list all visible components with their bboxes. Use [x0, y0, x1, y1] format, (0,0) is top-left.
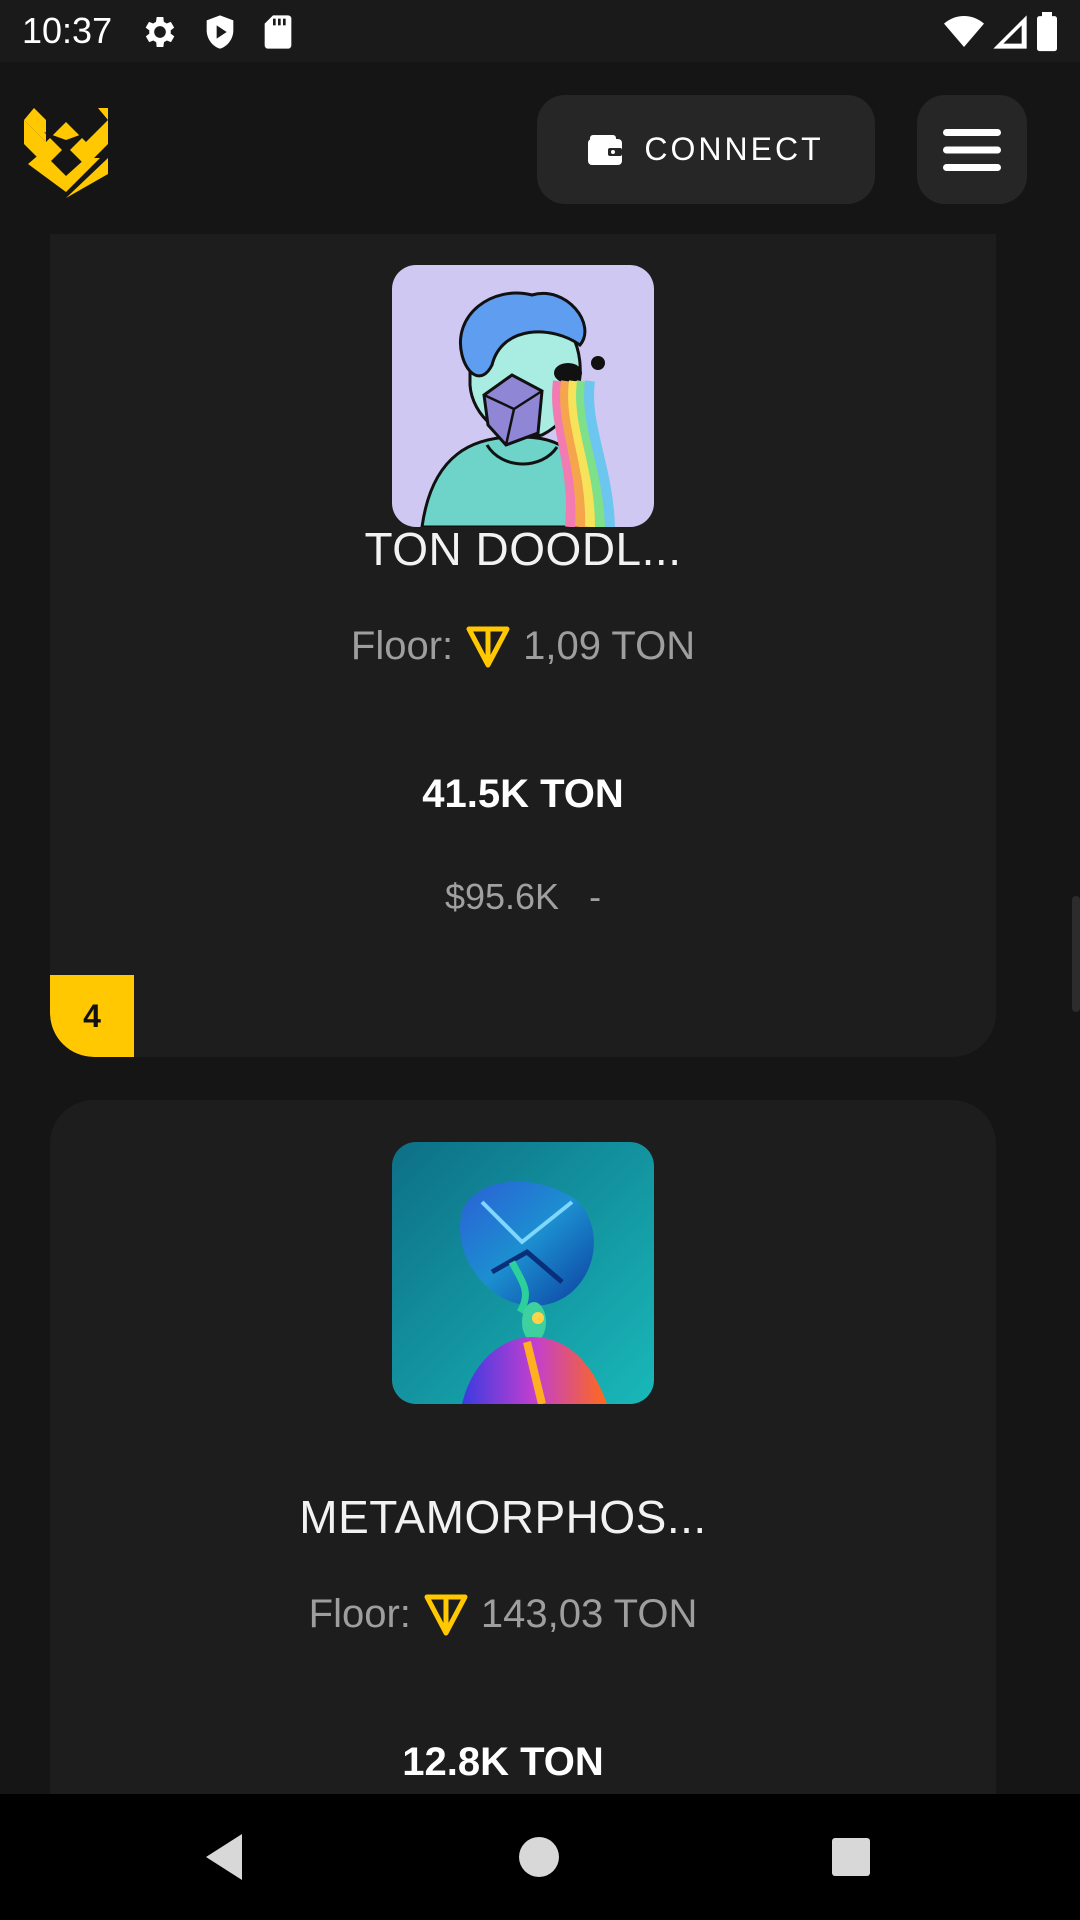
volume-usd: $95.6K	[444, 876, 560, 917]
scrollbar[interactable]	[1072, 896, 1080, 1012]
battery-icon	[1030, 12, 1064, 52]
hamburger-menu-icon	[943, 128, 1001, 171]
ton-icon	[424, 1594, 468, 1635]
volume-change: -	[589, 876, 602, 917]
collection-volume: 41.5K TON	[422, 772, 624, 816]
floor-value: 143,03 TON	[480, 1592, 698, 1636]
getgems-logo[interactable]	[24, 102, 108, 198]
signal-icon	[990, 12, 1030, 52]
collection-thumbnail	[392, 265, 654, 527]
floor-price: Floor: 1,09 TON	[50, 624, 996, 669]
floor-price: Floor: 143,03 TON	[50, 1592, 976, 1637]
home-icon[interactable]	[506, 1824, 572, 1890]
collection-name: METAMORPHOS...	[299, 1491, 707, 1543]
collection-list: TON DOODL... Floor: 1,09 TON 41.5K TON $…	[0, 234, 1080, 1794]
status-time: 10:37	[22, 10, 113, 51]
floor-label: Floor:	[350, 624, 454, 668]
floor-label: Floor:	[308, 1592, 411, 1636]
ton-icon	[466, 626, 510, 667]
rank-badge: 4	[50, 975, 134, 1057]
floor-value: 1,09 TON	[523, 624, 696, 668]
connect-button[interactable]: CONNECT	[537, 95, 875, 204]
connect-label: CONNECT	[644, 131, 824, 167]
collection-card[interactable]: METAMORPHOS... Floor: 143,03 TON 12.8K T…	[50, 1100, 996, 1794]
collection-volume: 12.8K TON	[402, 1740, 604, 1784]
wifi-icon	[944, 12, 984, 52]
collection-usd-row: $95.6K -	[50, 876, 996, 918]
recents-icon[interactable]	[818, 1824, 884, 1890]
collection-name: TON DOODL...	[364, 523, 682, 575]
screen: 10:37 CONNECT TON DOODL... Floor: 1,09 T…	[0, 0, 1080, 1920]
shield-icon	[200, 12, 240, 52]
navigation-bar	[0, 1794, 1080, 1920]
back-icon[interactable]	[192, 1824, 258, 1890]
app-header: CONNECT	[0, 62, 1080, 234]
gear-icon	[140, 12, 180, 52]
collection-card[interactable]: TON DOODL... Floor: 1,09 TON 41.5K TON $…	[50, 234, 996, 1057]
sd-card-icon	[258, 12, 298, 52]
wallet-icon	[588, 134, 623, 165]
collection-thumbnail	[392, 1142, 654, 1404]
menu-button[interactable]	[917, 95, 1027, 204]
status-bar: 10:37	[0, 0, 1080, 62]
